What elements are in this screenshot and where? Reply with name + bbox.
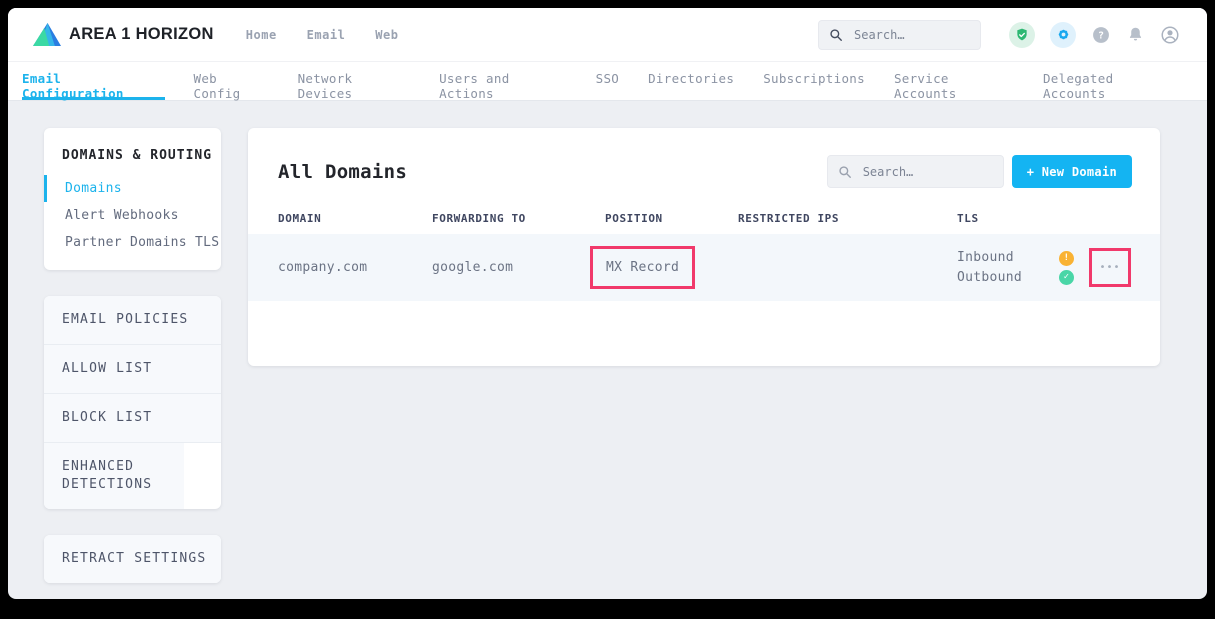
sidebar-section-retract-settings[interactable]: RETRACT SETTINGS [44, 535, 221, 583]
check-status-icon: ✓ [1059, 270, 1074, 285]
sidebar-card-title: DOMAINS & ROUTING [44, 148, 221, 175]
all-domains-card: All Domains + New Domain DOMAIN FORWARDI… [248, 128, 1160, 366]
highlight-annotation-position: MX Record [590, 246, 695, 289]
notifications-bell-icon[interactable] [1126, 25, 1145, 44]
sidebar-item-partner-domains-tls[interactable]: Partner Domains TLS [44, 229, 221, 256]
tls-outbound-label: Outbound [957, 268, 1022, 287]
sidebar-section-allow-list[interactable]: ALLOW LIST [44, 345, 221, 394]
config-tabs: Email Configuration Web Config Network D… [8, 62, 1207, 101]
sidebar-section-enhanced-detections[interactable]: ENHANCED DETECTIONS [44, 443, 184, 509]
tab-sso[interactable]: SSO [596, 62, 619, 100]
tab-delegated-accounts[interactable]: Delegated Accounts [1043, 62, 1178, 100]
sidebar-section-email-policies[interactable]: EMAIL POLICIES [44, 296, 221, 345]
sidebar-domains-routing-card: DOMAINS & ROUTING Domains Alert Webhooks… [44, 128, 221, 270]
svg-text:?: ? [1098, 30, 1104, 41]
table-row: company.com google.com MX Record Inbound… [248, 234, 1160, 301]
tls-status-icons: ! ✓ [1059, 251, 1074, 285]
help-icon[interactable]: ? [1091, 25, 1111, 45]
col-position: POSITION [605, 212, 738, 225]
tls-cell: Inbound Outbound ! ✓ ••• [957, 248, 1160, 287]
topbar-icons: ? [1009, 22, 1180, 48]
top-nav-home[interactable]: Home [246, 28, 277, 42]
position-cell: MX Record [605, 246, 738, 289]
top-nav-email[interactable]: Email [307, 28, 346, 42]
user-profile-icon[interactable] [1160, 25, 1180, 45]
domain-cell: company.com [278, 260, 432, 275]
sidebar-section-block-list[interactable]: BLOCK LIST [44, 394, 221, 443]
tab-network-devices[interactable]: Network Devices [298, 62, 411, 100]
logo-triangle-icon [33, 23, 61, 46]
col-restricted-ips: RESTRICTED IPS [738, 212, 957, 225]
logo-text: AREA 1 HORIZON [69, 25, 214, 44]
sidebar-policies-card: EMAIL POLICIES ALLOW LIST BLOCK LIST ENH… [44, 296, 221, 509]
forwarding-to-cell: google.com [432, 260, 605, 275]
shield-check-icon[interactable] [1009, 22, 1035, 48]
global-search-input[interactable] [852, 27, 966, 43]
tab-users-and-actions[interactable]: Users and Actions [439, 62, 567, 100]
tab-service-accounts[interactable]: Service Accounts [894, 62, 1014, 100]
top-nav: Home Email Web [246, 28, 399, 42]
tab-directories[interactable]: Directories [648, 62, 734, 100]
new-domain-button[interactable]: + New Domain [1012, 155, 1132, 188]
search-icon [838, 165, 852, 179]
table-header: DOMAIN FORWARDING TO POSITION RESTRICTED… [248, 212, 1160, 234]
page-title: All Domains [278, 161, 407, 183]
search-icon [829, 28, 843, 42]
tab-email-configuration[interactable]: Email Configuration [22, 62, 165, 100]
tls-inbound-label: Inbound [957, 248, 1022, 267]
settings-gear-icon[interactable] [1050, 22, 1076, 48]
top-nav-web[interactable]: Web [375, 28, 398, 42]
domains-search-input[interactable] [861, 164, 975, 180]
app-window: AREA 1 HORIZON Home Email Web [8, 8, 1207, 599]
warning-status-icon: ! [1059, 251, 1074, 266]
sidebar-item-domains[interactable]: Domains [44, 175, 221, 202]
col-tls: TLS [957, 212, 1160, 225]
tab-subscriptions[interactable]: Subscriptions [763, 62, 865, 100]
col-forwarding-to: FORWARDING TO [432, 212, 605, 225]
tls-labels: Inbound Outbound [957, 248, 1022, 287]
all-domains-header: All Domains + New Domain [248, 128, 1160, 212]
tab-web-config[interactable]: Web Config [194, 62, 269, 100]
row-actions-button[interactable]: ••• [1092, 251, 1128, 284]
top-bar: AREA 1 HORIZON Home Email Web [8, 8, 1207, 62]
sidebar-item-alert-webhooks[interactable]: Alert Webhooks [44, 202, 221, 229]
sidebar-retract-card: RETRACT SETTINGS [44, 535, 221, 583]
global-search[interactable] [818, 20, 981, 50]
domains-search[interactable] [827, 155, 1004, 188]
position-value: MX Record [606, 260, 679, 275]
highlight-annotation-actions: ••• [1089, 248, 1131, 287]
col-domain: DOMAIN [278, 212, 432, 225]
logo[interactable]: AREA 1 HORIZON [33, 23, 214, 46]
content-area: DOMAINS & ROUTING Domains Alert Webhooks… [8, 101, 1207, 599]
